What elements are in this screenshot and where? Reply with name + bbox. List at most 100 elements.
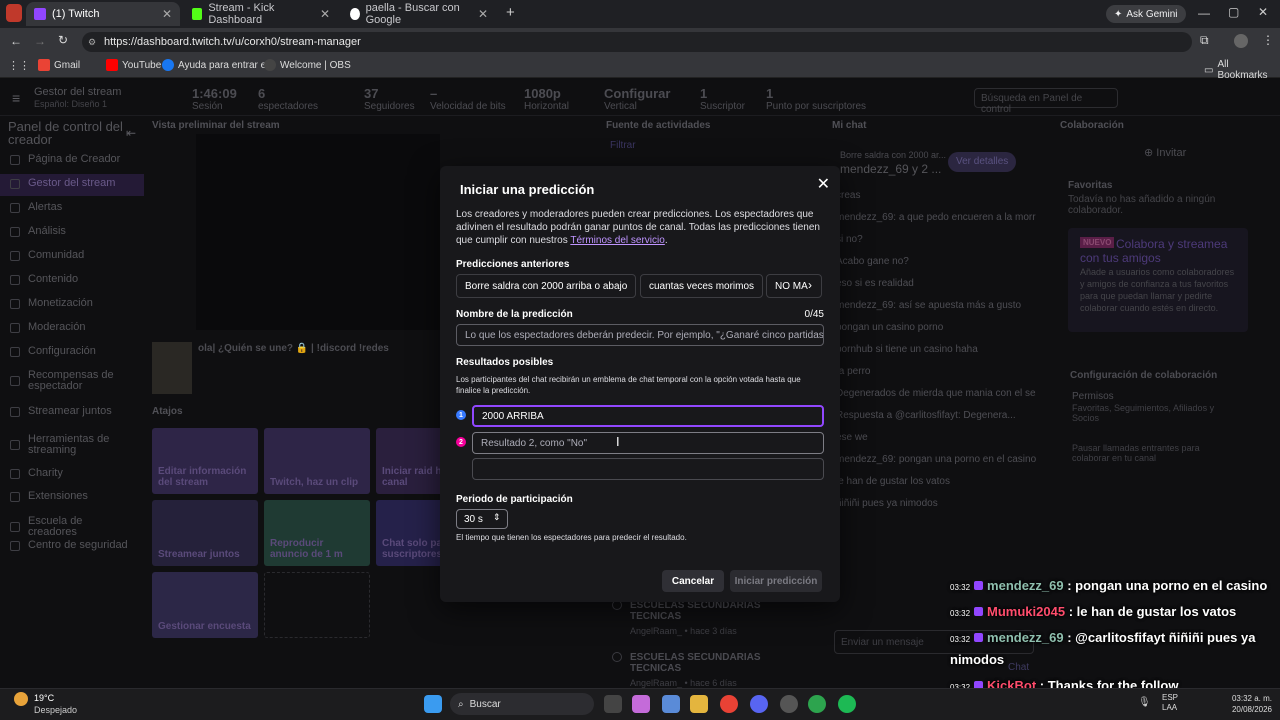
sidebar-item[interactable]: Recompensas de espectador	[10, 370, 128, 392]
shortcut-tile[interactable]: Streamear juntos	[152, 500, 258, 566]
close-icon[interactable]: ✕	[817, 174, 830, 194]
close-icon[interactable]: ✕	[162, 7, 172, 21]
tab-google[interactable]: paella - Buscar con Google ✕	[342, 2, 496, 26]
obs-taskbar-icon[interactable]	[780, 695, 798, 713]
sidebar-item[interactable]: Página de Creador	[10, 154, 128, 165]
chat-send-button[interactable]: Chat	[1008, 662, 1029, 673]
sidebar-item-label: Centro de seguridad	[28, 539, 128, 551]
bookmark-gmail[interactable]: Gmail	[38, 59, 80, 71]
collapse-icon[interactable]: ⇤	[126, 126, 136, 140]
chat-username: Mumuki2045	[987, 604, 1066, 619]
invite-button[interactable]: ⊕ Invitar	[1144, 146, 1186, 159]
sidebar-item[interactable]: Charity	[10, 468, 128, 479]
period-select[interactable]: 30 s ⇕	[456, 509, 508, 529]
stat-value: 37	[364, 86, 379, 101]
hamburger-icon[interactable]: ≡	[12, 90, 20, 106]
prev-prediction-chip[interactable]: cuantas veces morimos	[640, 274, 764, 298]
chevron-right-icon[interactable]: ›	[808, 278, 812, 292]
explorer-icon[interactable]	[690, 695, 708, 713]
store-icon[interactable]	[662, 695, 680, 713]
copilot-icon[interactable]	[632, 695, 650, 713]
sidebar-item-label: Monetización	[28, 297, 93, 309]
sidebar-item[interactable]: Gestor del stream	[10, 178, 128, 189]
maximize-icon[interactable]: ▢	[1228, 5, 1239, 19]
sidebar-item[interactable]: Contenido	[10, 274, 128, 285]
apps-icon[interactable]: ⋮⋮	[8, 59, 30, 72]
start-prediction-button[interactable]: Iniciar predicción	[730, 570, 822, 592]
profile-icon[interactable]	[6, 4, 22, 22]
shortcut-tile[interactable]: Editar información del stream	[152, 428, 258, 494]
sidebar-item[interactable]: Configuración	[10, 346, 128, 357]
outcome-2-input[interactable]: Resultado 2, como "No"	[472, 432, 824, 454]
nav-icon	[10, 298, 20, 309]
sidebar-item[interactable]: Streamear juntos	[10, 406, 128, 417]
pause-calls[interactable]: Pausar llamadas entrantes para colaborar…	[1072, 443, 1232, 463]
weather-icon[interactable]	[14, 692, 28, 706]
url-input[interactable]: ⚙ https://dashboard.twitch.tv/u/corxh0/st…	[82, 32, 1192, 52]
chrome-icon[interactable]	[720, 695, 738, 713]
gmail-icon	[38, 59, 50, 71]
char-counter: 0/45	[804, 309, 824, 320]
windows-start-icon[interactable]	[424, 695, 442, 713]
shortcut-tile[interactable]: Reproducir anuncio de 1 m	[264, 500, 370, 566]
sidebar-item[interactable]: Moderación	[10, 322, 128, 333]
extensions-icon[interactable]: ⧉	[1200, 33, 1209, 48]
view-details-button[interactable]: Ver detalles	[948, 152, 1017, 172]
prev-prediction-chip[interactable]: Borre saldra con 2000 arriba o abajo	[456, 274, 637, 298]
bookmark-obs[interactable]: Welcome | OBS	[264, 59, 351, 71]
clock[interactable]: 03:32 a. m. 20/08/2026	[1224, 693, 1272, 715]
microphone-icon[interactable]: 🎙	[1138, 697, 1151, 708]
sidebar-item[interactable]: Monetización	[10, 298, 128, 309]
reload-icon[interactable]: ↻	[58, 33, 68, 47]
shortcut-tile[interactable]: Gestionar encuesta	[152, 572, 258, 638]
task-view-icon[interactable]	[604, 695, 622, 713]
taskbar-search[interactable]: ⌕ Buscar	[450, 693, 594, 715]
site-info-icon[interactable]: ⚙	[88, 37, 96, 48]
add-outcome-input[interactable]	[472, 458, 824, 480]
all-bookmarks[interactable]: ▭ All Bookmarks	[1204, 59, 1280, 81]
gemini-icon: ✦	[1114, 8, 1123, 20]
outcome-1-input[interactable]: 2000 ARRIBA	[472, 405, 824, 427]
forward-icon[interactable]: →	[34, 34, 46, 48]
sidebar-item[interactable]: Alertas	[10, 202, 128, 213]
window-close-icon[interactable]: ✕	[1258, 5, 1268, 19]
sidebar-item[interactable]: Escuela de creadores	[10, 516, 128, 538]
sidebar-item[interactable]: Extensiones	[10, 491, 128, 502]
nav-icon	[10, 376, 20, 386]
cancel-button[interactable]: Cancelar	[662, 570, 724, 592]
chrome-profile-icon[interactable]	[808, 695, 826, 713]
menu-icon[interactable]: ⋮	[1262, 33, 1274, 47]
terms-link[interactable]: Términos del servicio	[570, 235, 664, 246]
shortcut-tile[interactable]: Twitch, haz un clip	[264, 428, 370, 494]
stat-tile: 1 Suscriptor	[700, 86, 745, 112]
stat-tile: 6 espectadores	[258, 86, 318, 112]
discord-icon[interactable]	[750, 695, 768, 713]
ask-gemini-button[interactable]: ✦ Ask Gemini	[1106, 5, 1186, 23]
nav-icon	[10, 468, 20, 479]
tab-twitch[interactable]: (1) Twitch ✕	[26, 2, 180, 26]
bookmark-facebook[interactable]: Ayuda para entrar e...	[162, 59, 275, 71]
permissions-label: Permisos	[1072, 391, 1114, 402]
sidebar-item[interactable]: Centro de seguridad	[10, 540, 128, 551]
sidebar-item-label: Herramientas de streaming	[28, 433, 110, 456]
chat-message: nimodos	[950, 652, 1005, 667]
minimize-icon[interactable]: —	[1198, 6, 1210, 20]
add-shortcut-tile[interactable]	[264, 572, 370, 638]
sidebar-item[interactable]: Análisis	[10, 226, 128, 237]
spotify-icon[interactable]	[838, 695, 856, 713]
close-icon[interactable]: ✕	[478, 7, 488, 21]
close-icon[interactable]: ✕	[320, 7, 330, 21]
filter-link[interactable]: Filtrar	[610, 140, 636, 151]
prev-prediction-chip[interactable]: NO MA	[766, 274, 822, 298]
back-icon[interactable]: ←	[10, 34, 22, 48]
stat-label: Horizontal	[524, 101, 570, 112]
search-box[interactable]: Búsqueda en Panel de control	[974, 88, 1118, 115]
bookmark-youtube[interactable]: YouTube	[106, 59, 161, 71]
tab-kick[interactable]: Stream - Kick Dashboard ✕	[184, 2, 338, 26]
language-indicator[interactable]: ESP LAA	[1162, 693, 1178, 713]
avatar[interactable]	[1234, 34, 1248, 48]
sidebar-item[interactable]: Herramientas de streaming	[10, 434, 128, 456]
new-tab-icon[interactable]: +	[506, 4, 515, 21]
sidebar-item[interactable]: Comunidad	[10, 250, 128, 261]
prediction-name-input[interactable]: Lo que los espectadores deberán predecir…	[456, 324, 824, 346]
